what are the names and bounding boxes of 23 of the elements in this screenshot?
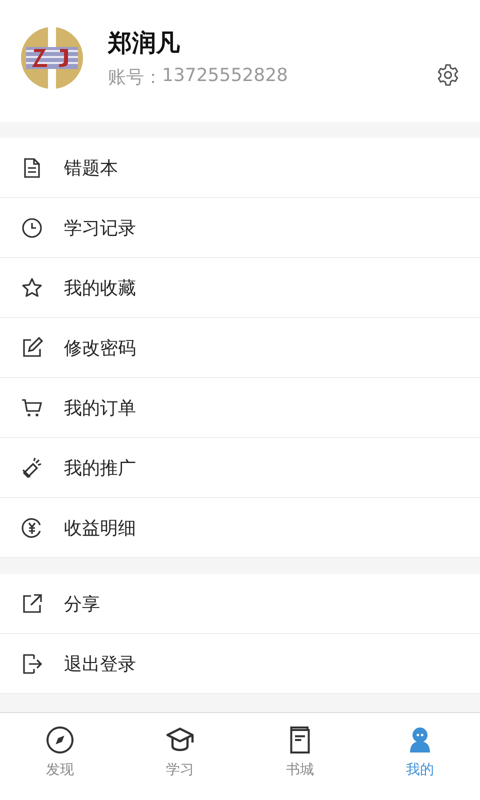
- menu-item[interactable]: 退出登录: [0, 634, 480, 694]
- tab[interactable]: 学习: [120, 713, 240, 800]
- menu-item[interactable]: 我的订单: [0, 378, 480, 438]
- logout-icon: [20, 652, 44, 676]
- share-icon: [20, 592, 44, 616]
- star-icon: [20, 276, 44, 300]
- menu-item[interactable]: 我的推广: [0, 438, 480, 498]
- clock-icon: [20, 216, 44, 240]
- tab[interactable]: 发现: [0, 713, 120, 800]
- compass-icon: [45, 725, 75, 755]
- settings-icon[interactable]: [436, 63, 460, 87]
- menu-item[interactable]: 收益明细: [0, 498, 480, 558]
- user-name: 郑润凡: [108, 28, 181, 59]
- account-label: 账号：: [108, 66, 162, 89]
- menu-item[interactable]: 我的收藏: [0, 258, 480, 318]
- account-number: 13725552828: [162, 65, 288, 88]
- megaphone-icon: [20, 456, 44, 480]
- tab[interactable]: 书城: [240, 713, 360, 800]
- menu-item[interactable]: 学习记录: [0, 198, 480, 258]
- menu-item[interactable]: 分享: [0, 574, 480, 634]
- menu-item[interactable]: 错题本: [0, 138, 480, 198]
- menu-item[interactable]: 修改密码: [0, 318, 480, 378]
- edit-icon: [20, 336, 44, 360]
